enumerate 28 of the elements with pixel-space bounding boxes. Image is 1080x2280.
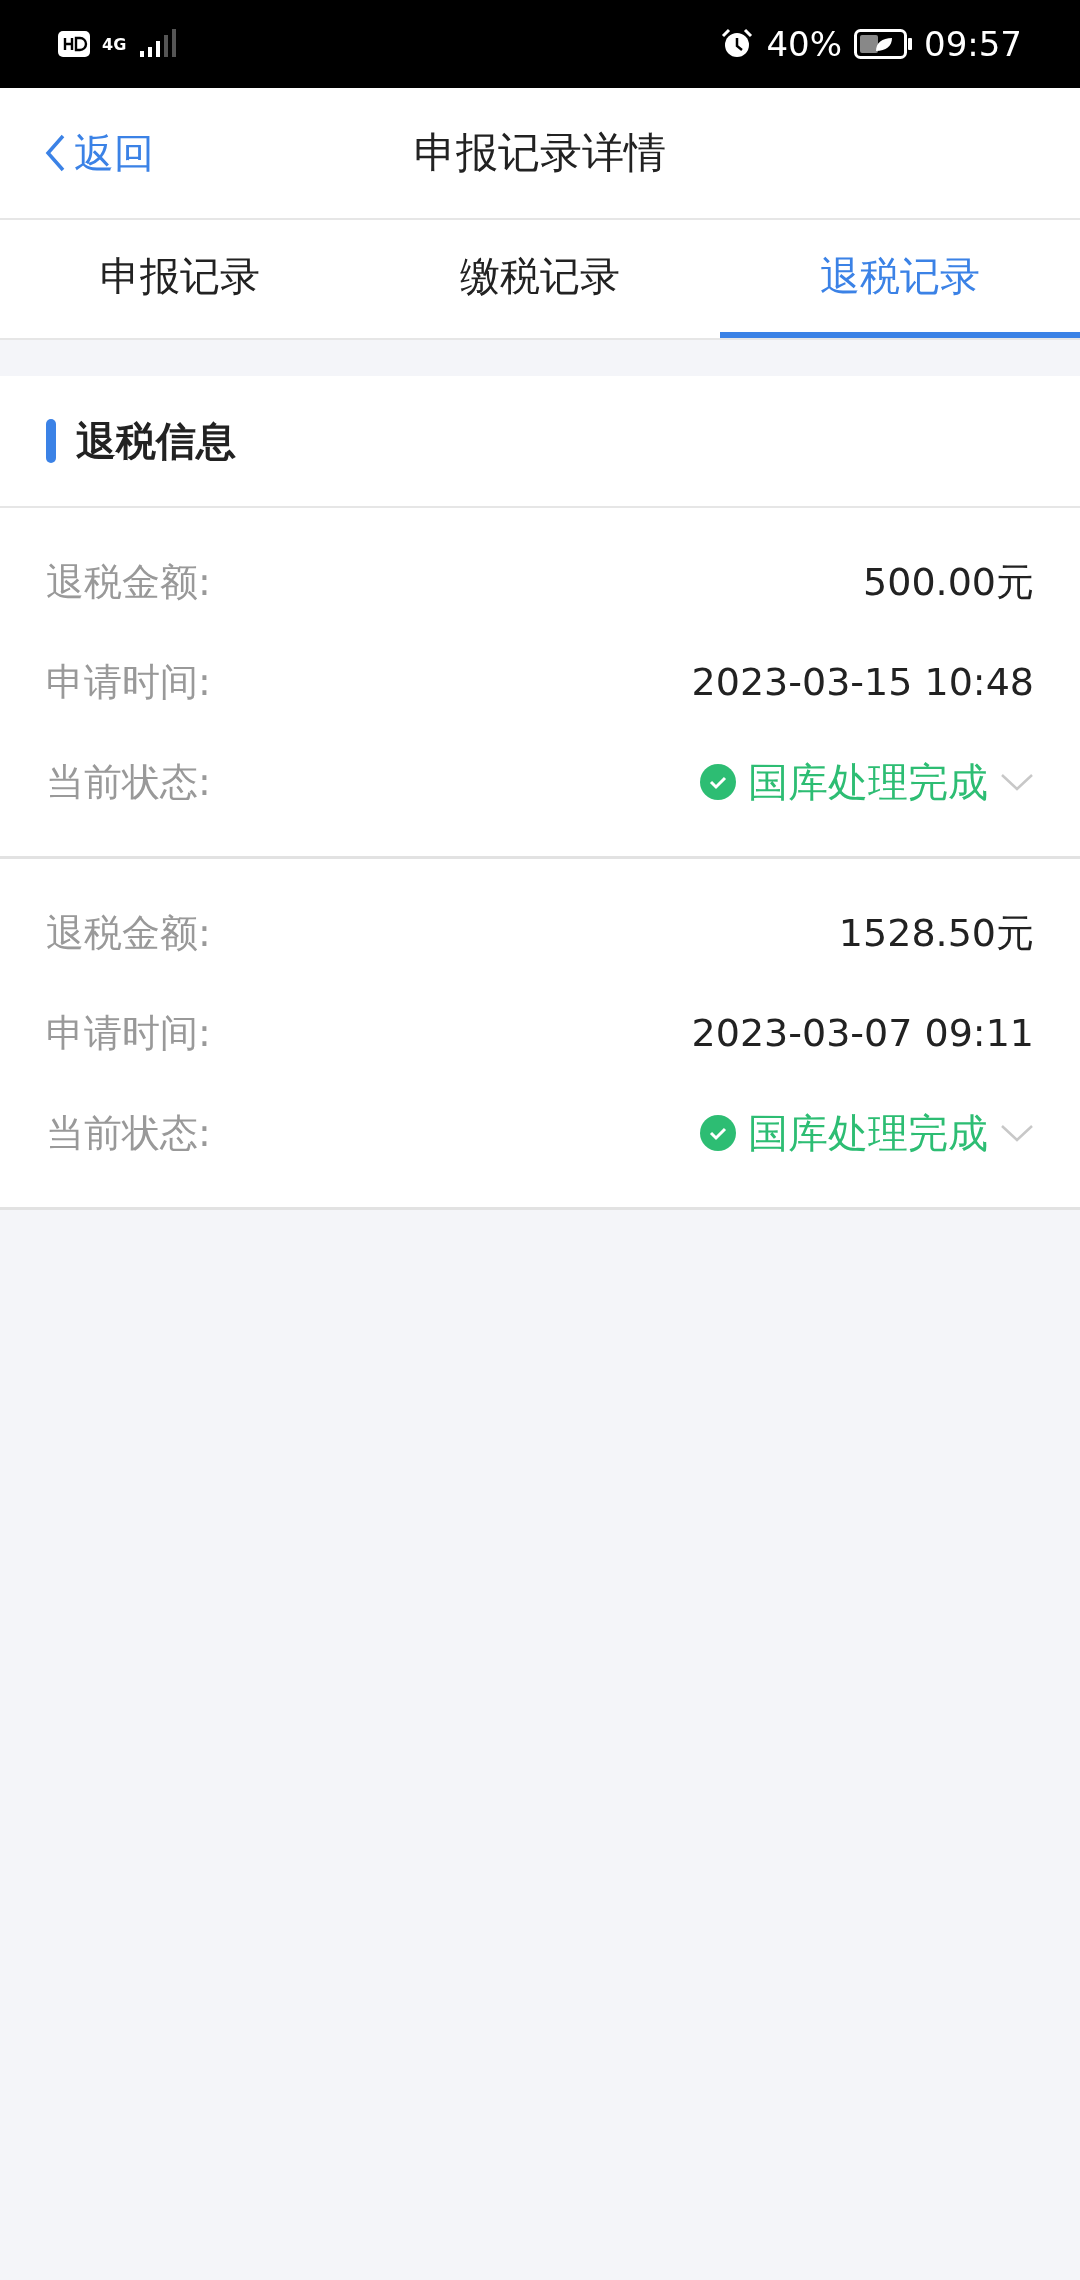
back-button[interactable]: 返回 <box>44 125 154 181</box>
chevron-down-icon[interactable] <box>1000 1123 1034 1143</box>
field-label: 申请时间: <box>46 658 211 706</box>
chevron-down-icon[interactable] <box>1000 772 1034 792</box>
tab[interactable]: 退税记录 <box>720 220 1080 338</box>
tab[interactable]: 申报记录 <box>0 220 360 338</box>
battery-icon <box>854 29 912 59</box>
field-label: 退税金额: <box>46 909 211 957</box>
field-value: 500.00元 <box>863 558 1034 606</box>
field-value: 2023-03-07 09:11 <box>691 1011 1034 1055</box>
status-value: 国库处理完成 <box>748 1108 988 1158</box>
status-value: 国库处理完成 <box>748 757 988 807</box>
field-label: 当前状态: <box>46 1109 211 1157</box>
field-value: 2023-03-15 10:48 <box>691 660 1034 704</box>
signal-icon <box>138 29 179 59</box>
tab[interactable]: 缴税记录 <box>360 220 720 338</box>
clock-time: 09:57 <box>924 24 1022 64</box>
field-label: 申请时间: <box>46 1009 211 1057</box>
page-title: 申报记录详情 <box>414 127 666 179</box>
field-label: 当前状态: <box>46 758 211 806</box>
section-marker <box>46 419 56 463</box>
network-label: 4G <box>102 34 127 54</box>
battery-percent: 40% <box>766 24 842 64</box>
section-title: 退税信息 <box>76 416 236 466</box>
field-label: 退税金额: <box>46 558 211 606</box>
hd-icon <box>58 31 90 57</box>
chevron-left-icon <box>44 133 66 173</box>
field-value: 1528.50元 <box>838 909 1034 957</box>
